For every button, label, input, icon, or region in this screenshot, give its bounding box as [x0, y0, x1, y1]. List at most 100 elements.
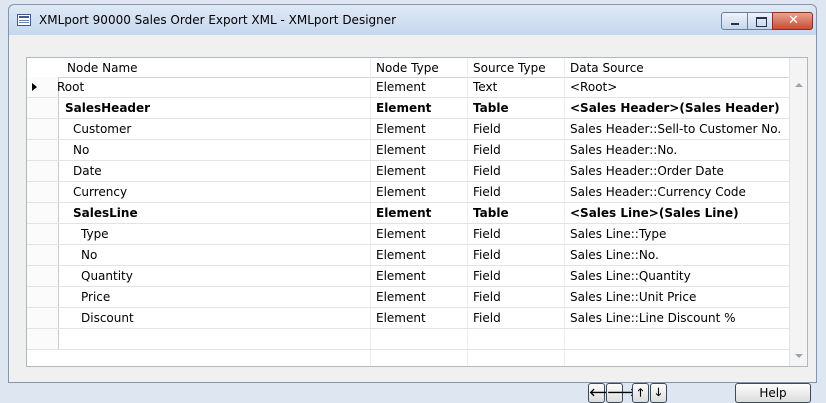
table-row[interactable]: SalesLine Element Table <Sales Line>(Sales …	[27, 203, 791, 224]
data-source-cell[interactable]: Sales Header::Order Date	[570, 164, 724, 178]
table-row[interactable]: SalesHeader Element Table <Sales Header>(Sa…	[27, 98, 791, 119]
node-grid[interactable]: Node Name Node Type Source Type Data Sou…	[26, 57, 808, 367]
minimize-button[interactable]	[721, 12, 748, 30]
row-selector[interactable]	[27, 77, 59, 97]
minimize-icon	[731, 23, 739, 25]
source-type-cell[interactable]: Field	[473, 185, 501, 199]
row-selector[interactable]	[27, 266, 59, 286]
node-type-cell[interactable]: Element	[376, 206, 431, 220]
grid-rows: Root Element Text <Root> SalesHeader Element T…	[27, 77, 791, 350]
node-name-cell[interactable]: Root	[57, 80, 84, 94]
table-row[interactable]: Price Element Field Sales Line::Unit Price	[27, 287, 791, 308]
table-row[interactable]: Root Element Text <Root>	[27, 77, 791, 98]
row-selector[interactable]	[27, 161, 59, 181]
data-source-cell[interactable]: <Sales Header>(Sales Header)	[570, 101, 780, 115]
node-name-cell[interactable]: SalesHeader	[65, 101, 150, 115]
close-button[interactable]: ✕	[772, 12, 813, 30]
node-type-cell[interactable]: Element	[376, 227, 426, 241]
column-header-node-type[interactable]: Node Type	[376, 61, 439, 75]
table-row[interactable]: No Element Field Sales Line::No.	[27, 245, 791, 266]
node-type-cell[interactable]: Element	[376, 122, 426, 136]
node-type-cell[interactable]: Element	[376, 248, 426, 262]
source-type-cell[interactable]: Field	[473, 269, 501, 283]
scroll-up-icon[interactable]	[795, 83, 803, 87]
row-selector[interactable]	[27, 98, 59, 118]
source-type-cell[interactable]: Text	[473, 80, 497, 94]
move-left-button[interactable]: 🡐	[588, 383, 619, 403]
node-type-cell[interactable]: Element	[376, 269, 426, 283]
table-row[interactable]: Currency Element Field Sales Header::Curren…	[27, 182, 791, 203]
close-icon: ✕	[788, 13, 799, 28]
data-source-cell[interactable]: <Sales Line>(Sales Line)	[570, 206, 739, 220]
row-selector[interactable]	[27, 182, 59, 202]
source-type-cell[interactable]: Table	[473, 101, 509, 115]
node-name-cell[interactable]: Currency	[73, 185, 127, 199]
source-type-cell[interactable]: Field	[473, 227, 501, 241]
node-type-cell[interactable]: Element	[376, 290, 426, 304]
node-name-cell[interactable]: Discount	[81, 311, 134, 325]
data-source-cell[interactable]: Sales Line::No.	[570, 248, 659, 262]
table-row[interactable]: Customer Element Field Sales Header::Sell-t…	[27, 119, 791, 140]
scroll-down-icon[interactable]	[795, 354, 803, 358]
arrow-up-icon: 🡑	[637, 386, 644, 399]
row-selector[interactable]	[27, 329, 59, 349]
table-row[interactable]: Discount Element Field Sales Line::Line Dis…	[27, 308, 791, 329]
node-type-cell[interactable]: Element	[376, 311, 426, 325]
node-name-cell[interactable]: Quantity	[81, 269, 133, 283]
node-name-cell[interactable]: Date	[73, 164, 102, 178]
table-row[interactable]: Type Element Field Sales Line::Type	[27, 224, 791, 245]
data-source-cell[interactable]: Sales Line::Quantity	[570, 269, 691, 283]
maximize-button[interactable]	[747, 12, 773, 30]
vertical-scrollbar[interactable]	[789, 58, 807, 366]
move-up-button[interactable]: 🡑	[632, 383, 649, 403]
table-row[interactable]: Quantity Element Field Sales Line::Quantity	[27, 266, 791, 287]
data-source-cell[interactable]: Sales Header::Sell-to Customer No.	[570, 122, 781, 136]
column-header-source-type[interactable]: Source Type	[473, 61, 546, 75]
xmlport-designer-window: XMLport 90000 Sales Order Export XML - X…	[8, 4, 817, 403]
node-name-cell[interactable]: Customer	[73, 122, 131, 136]
node-type-cell[interactable]: Element	[376, 185, 426, 199]
row-selector[interactable]	[27, 224, 59, 244]
data-source-cell[interactable]: <Root>	[570, 80, 617, 94]
source-type-cell[interactable]: Field	[473, 143, 501, 157]
node-name-cell[interactable]: Price	[81, 290, 110, 304]
table-row[interactable]: Date Element Field Sales Header::Order Date	[27, 161, 791, 182]
data-source-cell[interactable]: Sales Line::Unit Price	[570, 290, 696, 304]
data-source-cell[interactable]: Sales Line::Line Discount %	[570, 311, 736, 325]
source-type-cell[interactable]: Field	[473, 311, 501, 325]
source-type-cell[interactable]: Field	[473, 290, 501, 304]
help-button[interactable]: Help	[735, 383, 811, 403]
row-selector[interactable]	[27, 203, 59, 223]
row-selector[interactable]	[27, 245, 59, 265]
data-source-cell[interactable]: Sales Line::Type	[570, 227, 666, 241]
source-type-cell[interactable]: Field	[473, 122, 501, 136]
move-right-button[interactable]: 🡒	[606, 383, 637, 403]
current-row-arrow-icon	[32, 83, 37, 91]
data-source-cell[interactable]: Sales Header::No.	[570, 143, 677, 157]
row-selector[interactable]	[27, 119, 59, 139]
column-header-node-name[interactable]: Node Name	[67, 61, 138, 75]
node-name-cell[interactable]: SalesLine	[73, 206, 138, 220]
node-name-cell[interactable]: Type	[81, 227, 109, 241]
node-type-cell[interactable]: Element	[376, 164, 426, 178]
node-type-cell[interactable]: Element	[376, 101, 431, 115]
maximize-icon	[756, 17, 767, 27]
source-type-cell[interactable]: Field	[473, 248, 501, 262]
table-row[interactable]: No Element Field Sales Header::No.	[27, 140, 791, 161]
xmlport-window-icon	[17, 14, 31, 26]
arrow-down-icon: 🡓	[655, 386, 662, 399]
table-row[interactable]	[27, 329, 791, 350]
node-name-cell[interactable]: No	[73, 143, 89, 157]
data-source-cell[interactable]: Sales Header::Currency Code	[570, 185, 746, 199]
row-selector[interactable]	[27, 308, 59, 328]
node-name-cell[interactable]: No	[81, 248, 97, 262]
node-type-cell[interactable]: Element	[376, 80, 426, 94]
row-selector[interactable]	[27, 140, 59, 160]
source-type-cell[interactable]: Field	[473, 164, 501, 178]
column-header-data-source[interactable]: Data Source	[570, 61, 644, 75]
row-selector[interactable]	[27, 287, 59, 307]
move-down-button[interactable]: 🡓	[650, 383, 667, 403]
node-type-cell[interactable]: Element	[376, 143, 426, 157]
source-type-cell[interactable]: Table	[473, 206, 509, 220]
title-bar[interactable]: XMLport 90000 Sales Order Export XML - X…	[9, 5, 816, 35]
